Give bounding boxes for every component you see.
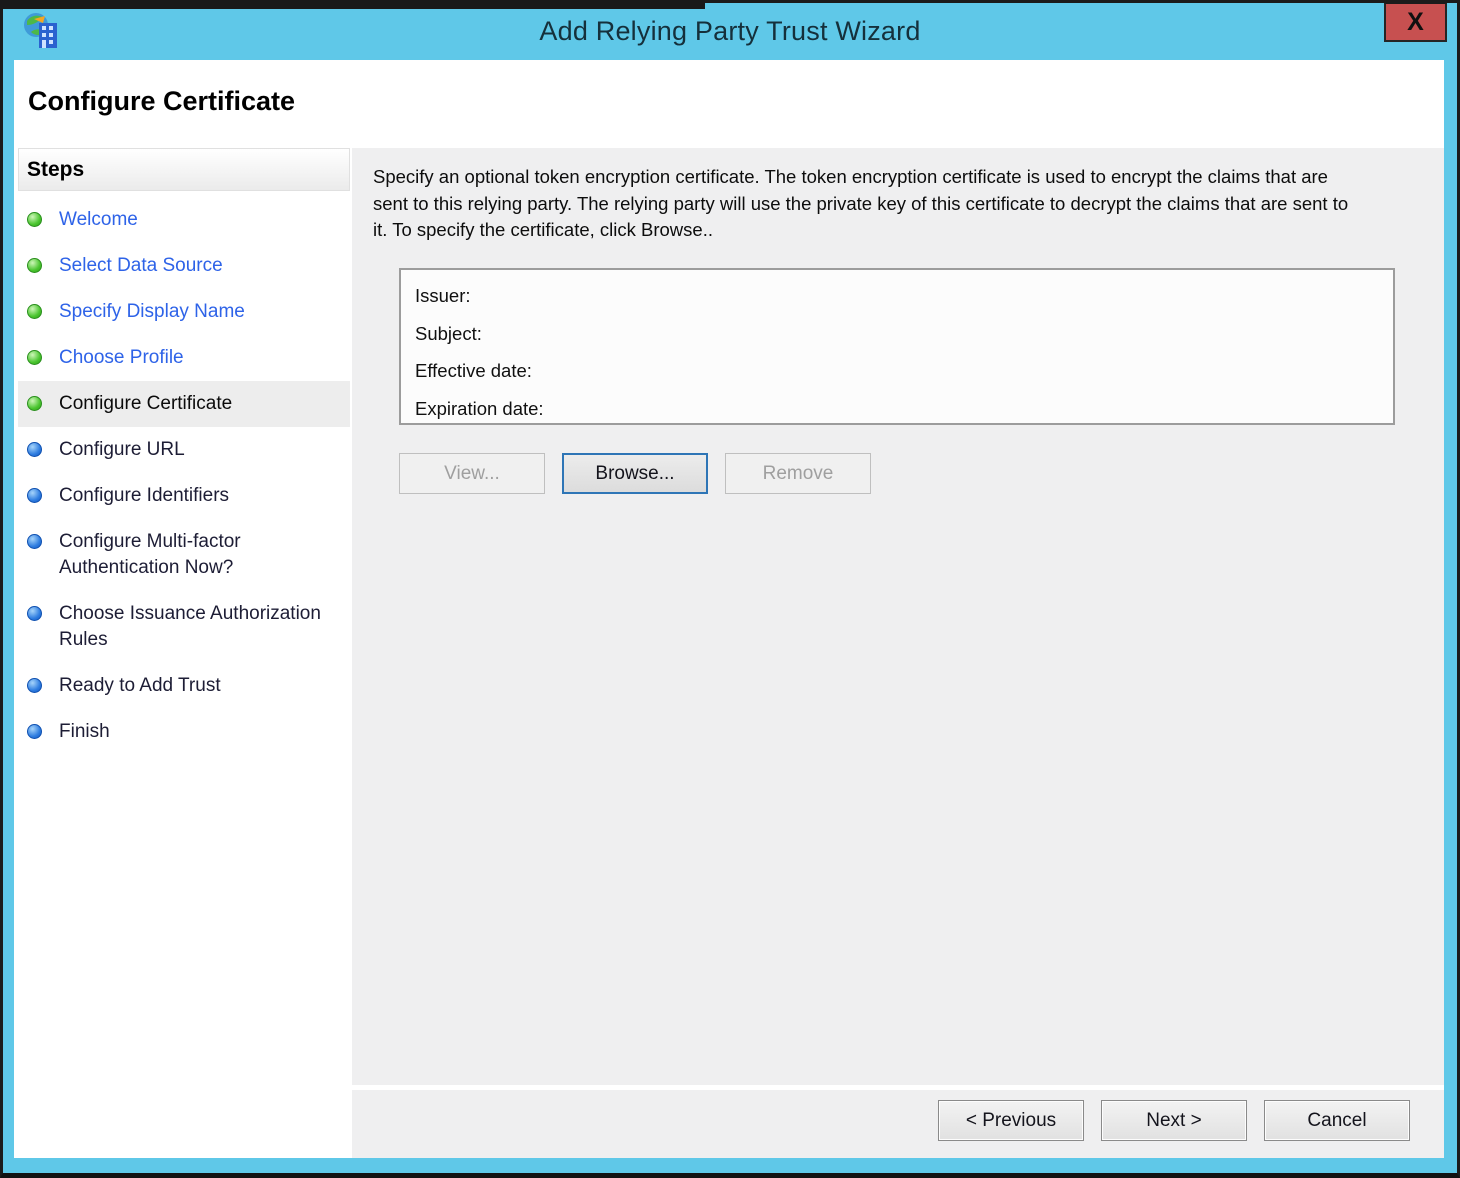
cancel-button[interactable]: Cancel: [1264, 1100, 1410, 1141]
wizard-content: Configure Certificate Steps Welcome Selec…: [14, 60, 1444, 1158]
close-button[interactable]: X: [1384, 3, 1447, 42]
step-bullet-icon: [27, 304, 42, 319]
step-label: Choose Issuance Authorization Rules: [59, 603, 321, 650]
step-label: Ready to Add Trust: [59, 675, 221, 696]
step-label: Configure URL: [59, 439, 185, 460]
step-label: Welcome: [59, 209, 138, 230]
field-label: Issuer:: [415, 285, 471, 306]
step-bullet-icon: [27, 258, 42, 273]
sidebar-item-configure-url: Configure URL: [18, 427, 350, 473]
step-bullet-icon: [27, 606, 42, 621]
step-label: Finish: [59, 721, 110, 742]
step-label: Select Data Source: [59, 255, 223, 276]
sidebar-item-specify-display-name[interactable]: Specify Display Name: [18, 289, 350, 335]
certificate-box: Issuer: Subject: Effective date: Expiration…: [399, 268, 1395, 425]
certificate-field-effective-date: Effective date:: [415, 358, 1379, 384]
step-bullet-icon: [27, 212, 42, 227]
steps-heading: Steps: [18, 148, 350, 191]
footer-buttons: < Previous Next > Cancel: [938, 1100, 1410, 1141]
sidebar-item-choose-profile[interactable]: Choose Profile: [18, 335, 350, 381]
next-button[interactable]: Next >: [1101, 1100, 1247, 1141]
sidebar-item-configure-multi-factor-authentication-now: Configure Multi-factor Authentication No…: [18, 519, 350, 591]
step-bullet-icon: [27, 534, 42, 549]
step-label: Configure Multi-factor Authentication No…: [59, 531, 241, 578]
steps-sidebar: Steps Welcome Select Data Source Specify D…: [18, 148, 350, 1158]
view-button: View...: [399, 453, 545, 494]
step-bullet-icon: [27, 350, 42, 365]
step-bullet-icon: [27, 488, 42, 503]
field-label: Expiration date:: [415, 397, 544, 419]
step-label: Choose Profile: [59, 347, 184, 368]
certificate-actions: View... Browse... Remove: [399, 453, 871, 494]
footer-bar: < Previous Next > Cancel: [352, 1090, 1444, 1158]
step-bullet-icon: [27, 678, 42, 693]
sidebar-item-configure-certificate: Configure Certificate: [18, 381, 350, 427]
certificate-field-subject: Subject:: [415, 321, 1379, 347]
sidebar-item-welcome[interactable]: Welcome: [18, 197, 350, 243]
page-header: Configure Certificate: [14, 60, 1444, 148]
step-bullet-icon: [27, 396, 42, 411]
step-bullet-icon: [27, 724, 42, 739]
sidebar-item-finish: Finish: [18, 709, 350, 755]
steps-list: Welcome Select Data Source Specify Display…: [18, 197, 350, 755]
step-bullet-icon: [27, 442, 42, 457]
sidebar-item-choose-issuance-authorization-rules: Choose Issuance Authorization Rules: [18, 591, 350, 663]
field-label: Subject:: [415, 322, 482, 344]
certificate-field-issuer: Issuer:: [415, 283, 1379, 309]
sidebar-item-select-data-source[interactable]: Select Data Source: [18, 243, 350, 289]
step-label: Configure Identifiers: [59, 485, 230, 506]
browse-button[interactable]: Browse...: [562, 453, 708, 494]
step-label: Specify Display Name: [59, 301, 245, 322]
titlebar: Add Relying Party Trust Wizard X: [3, 3, 1457, 60]
page-description: Specify an optional token encryption cer…: [373, 166, 1349, 240]
sidebar-item-configure-identifiers: Configure Identifiers: [18, 473, 350, 519]
wizard-window: Add Relying Party Trust Wizard X Configu…: [0, 0, 1460, 1178]
sidebar-item-ready-to-add-trust: Ready to Add Trust: [18, 663, 350, 709]
previous-button[interactable]: < Previous: [938, 1100, 1084, 1141]
background-window-artifact: [0, 0, 705, 9]
field-label: Effective date:: [415, 360, 532, 381]
remove-button: Remove: [725, 453, 871, 494]
certificate-fields: Issuer: Subject: Effective date: Expiration…: [401, 270, 1393, 435]
main-pane: Specify an optional token encryption cer…: [352, 148, 1444, 1085]
certificate-field-expiration-date: Expiration date:: [415, 396, 1379, 422]
step-label: Configure Certificate: [59, 393, 233, 414]
window-title: Add Relying Party Trust Wizard: [539, 16, 921, 46]
page-title: Configure Certificate: [28, 86, 296, 116]
